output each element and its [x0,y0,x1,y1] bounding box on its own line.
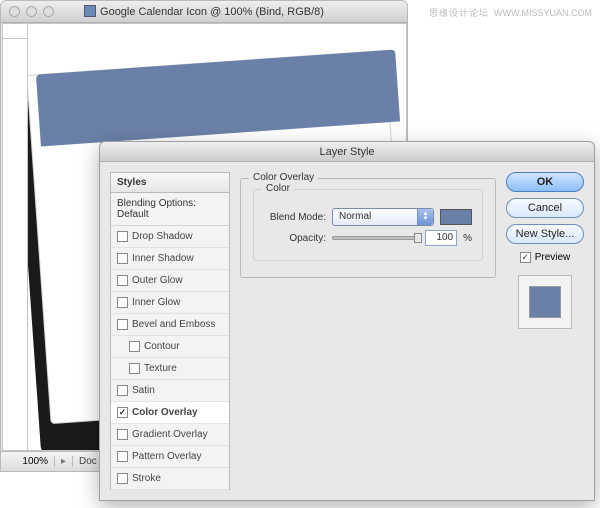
style-checkbox[interactable] [117,429,128,440]
style-checkbox[interactable]: ✓ [117,407,128,418]
zoom-level[interactable]: 100% [1,456,55,467]
style-item-label: Inner Shadow [132,253,194,264]
style-item-label: Outer Glow [132,275,183,286]
style-checkbox[interactable] [117,319,128,330]
blending-options-header[interactable]: Blending Options: Default [111,193,229,226]
style-item-label: Satin [132,385,155,396]
preview-checkbox[interactable]: ✓ [520,252,531,263]
chevron-updown-icon: ▲▼ [417,209,433,225]
preview-label: Preview [535,252,571,263]
document-title-text: Google Calendar Icon @ 100% (Bind, RGB/8… [100,6,324,18]
traffic-lights [9,6,54,17]
style-checkbox[interactable] [129,363,140,374]
style-item-bevel-and-emboss[interactable]: Bevel and Emboss [111,314,229,336]
styles-header[interactable]: Styles [111,173,229,193]
preview-color [529,286,561,318]
slider-thumb[interactable] [414,233,422,243]
cancel-button[interactable]: Cancel [506,198,584,218]
blend-mode-select[interactable]: Normal ▲▼ [332,208,434,226]
color-group-title: Color [262,183,294,194]
opacity-input[interactable]: 100 [425,230,457,246]
opacity-label: Opacity: [264,233,326,244]
document-icon [84,5,96,17]
ok-button[interactable]: OK [506,172,584,192]
zoom-icon[interactable] [43,6,54,17]
style-item-contour[interactable]: Contour [111,336,229,358]
overlay-color-swatch[interactable] [440,209,472,225]
style-checkbox[interactable] [117,473,128,484]
blend-mode-value: Normal [339,211,371,222]
style-checkbox[interactable] [117,297,128,308]
style-item-label: Contour [144,341,180,352]
ruler-vertical [2,23,28,451]
style-checkbox[interactable] [117,231,128,242]
style-item-stroke[interactable]: Stroke [111,468,229,490]
close-icon[interactable] [9,6,20,17]
style-item-label: Color Overlay [132,407,198,418]
color-group: Color Blend Mode: Normal ▲▼ Opacity: 100 [253,189,483,261]
section-title: Color Overlay [249,172,318,183]
style-item-inner-shadow[interactable]: Inner Shadow [111,248,229,270]
new-style-button[interactable]: New Style... [506,224,584,244]
styles-list: Styles Blending Options: Default Drop Sh… [110,172,230,490]
style-item-pattern-overlay[interactable]: Pattern Overlay [111,446,229,468]
style-item-inner-glow[interactable]: Inner Glow [111,292,229,314]
style-item-outer-glow[interactable]: Outer Glow [111,270,229,292]
watermark-cn: 思缘设计论坛 [429,8,489,18]
document-title: Google Calendar Icon @ 100% (Bind, RGB/8… [1,5,407,18]
dialog-buttons: OK Cancel New Style... ✓ Preview [506,172,584,490]
blend-mode-label: Blend Mode: [264,212,326,223]
style-item-label: Inner Glow [132,297,180,308]
style-item-label: Pattern Overlay [132,451,201,462]
opacity-slider[interactable] [332,236,419,240]
document-title-bar[interactable]: Google Calendar Icon @ 100% (Bind, RGB/8… [1,1,407,23]
style-item-label: Drop Shadow [132,231,193,242]
style-item-label: Texture [144,363,177,374]
style-item-label: Stroke [132,473,161,484]
style-item-label: Bevel and Emboss [132,319,215,330]
settings-panel: Color Overlay Color Blend Mode: Normal ▲… [240,172,496,490]
style-item-drop-shadow[interactable]: Drop Shadow [111,226,229,248]
preview-toggle[interactable]: ✓ Preview [520,252,571,263]
minimize-icon[interactable] [26,6,37,17]
style-checkbox[interactable] [117,253,128,264]
watermark: 思缘设计论坛 WWW.MISSYUAN.COM [429,6,592,19]
style-checkbox[interactable] [129,341,140,352]
style-item-color-overlay[interactable]: ✓ Color Overlay [111,402,229,424]
status-chevron-icon[interactable]: ▸ [55,456,73,467]
preview-swatch [518,275,572,329]
style-checkbox[interactable] [117,451,128,462]
layer-style-dialog: Layer Style Styles Blending Options: Def… [99,141,595,501]
style-item-gradient-overlay[interactable]: Gradient Overlay [111,424,229,446]
watermark-url: WWW.MISSYUAN.COM [494,8,592,18]
style-item-label: Gradient Overlay [132,429,208,440]
color-overlay-group: Color Overlay Color Blend Mode: Normal ▲… [240,178,496,278]
dialog-title-bar[interactable]: Layer Style [100,142,594,162]
style-checkbox[interactable] [117,275,128,286]
opacity-unit: % [463,233,472,244]
style-checkbox[interactable] [117,385,128,396]
style-item-satin[interactable]: Satin [111,380,229,402]
style-item-texture[interactable]: Texture [111,358,229,380]
